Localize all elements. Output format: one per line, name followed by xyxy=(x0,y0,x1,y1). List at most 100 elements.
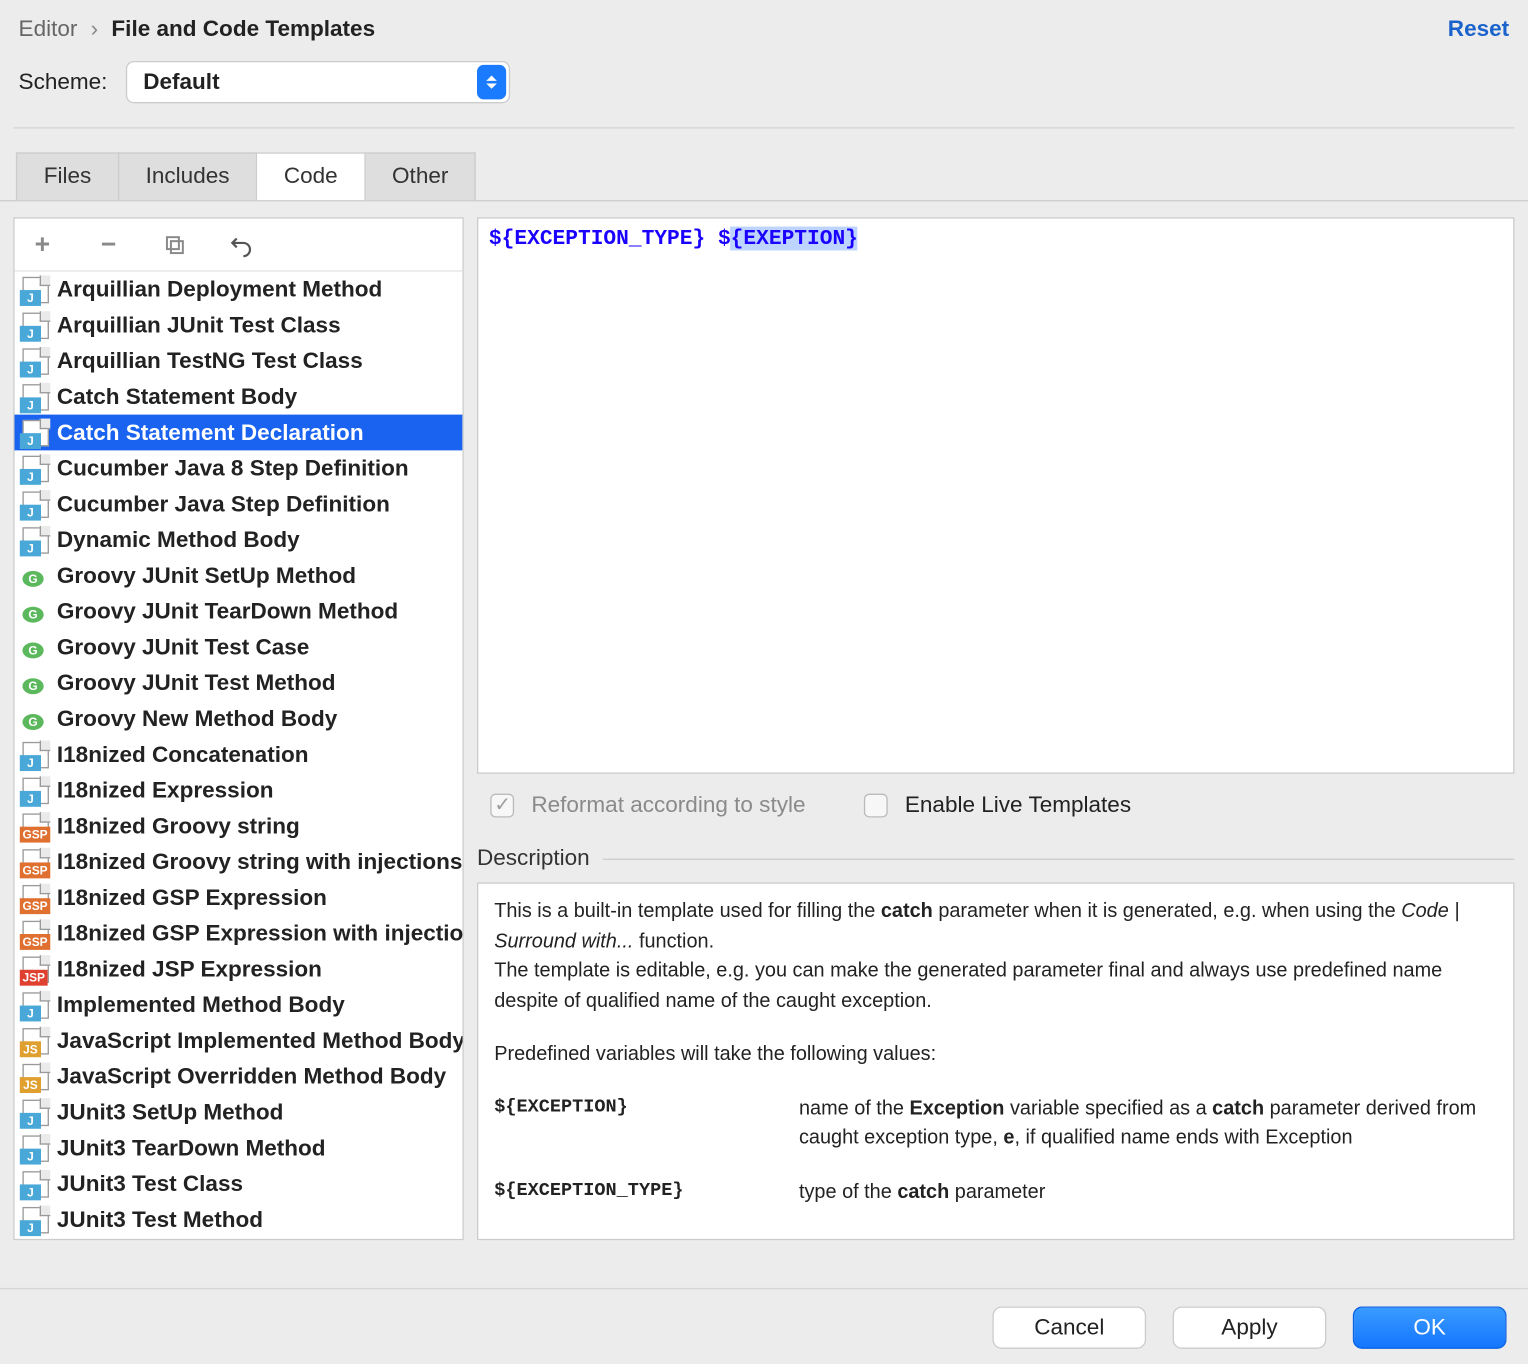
template-item[interactable]: GSP I18nized GSP Expression xyxy=(15,880,463,916)
apply-button[interactable]: Apply xyxy=(1173,1306,1327,1348)
template-item-label: Implemented Method Body xyxy=(57,992,345,1019)
template-item[interactable]: JArquillian TestNG Test Class xyxy=(15,343,463,379)
ok-button[interactable]: OK xyxy=(1353,1306,1507,1348)
template-item-label: Groovy JUnit TearDown Method xyxy=(57,598,398,625)
template-item[interactable]: GSPI18nized Groovy string xyxy=(15,808,463,844)
template-item[interactable]: J Catch Statement Declaration xyxy=(15,415,463,451)
template-item-label: JUnit3 Test Class xyxy=(57,1171,243,1198)
reformat-checkbox: Reformat according to style xyxy=(485,790,806,822)
j-file-icon: J xyxy=(23,1099,50,1126)
template-item-label: Cucumber Java 8 Step Definition xyxy=(57,455,409,482)
template-item-label: Catch Statement Declaration xyxy=(57,419,364,446)
reformat-checkbox-input xyxy=(490,794,514,818)
template-item[interactable]: JSP I18nized JSP Expression xyxy=(15,951,463,987)
breadcrumb-parent[interactable]: Editor xyxy=(19,16,78,43)
j-file-icon: J xyxy=(23,419,50,446)
template-item[interactable]: G Groovy JUnit Test Case xyxy=(15,629,463,665)
template-item-label: Cucumber Java Step Definition xyxy=(57,491,390,518)
template-item[interactable]: J Cucumber Java Step Definition xyxy=(15,486,463,522)
template-item[interactable]: GGroovy New Method Body xyxy=(15,701,463,737)
gsp-file-icon: GSP xyxy=(23,884,50,911)
gsp-file-icon: GSP xyxy=(23,813,50,840)
template-item[interactable]: JSJavaScript Implemented Method Body xyxy=(15,1023,463,1059)
template-item-label: Dynamic Method Body xyxy=(57,527,300,554)
j-file-icon: J xyxy=(23,276,50,303)
template-item[interactable]: GGroovy JUnit TearDown Method xyxy=(15,594,463,630)
template-list-panel: JArquillian Deployment MethodJArquillian… xyxy=(13,217,464,1240)
jsp-file-icon: JSP xyxy=(23,956,50,983)
scheme-stepper-icon[interactable] xyxy=(477,65,506,99)
template-item[interactable]: J Cucumber Java 8 Step Definition xyxy=(15,451,463,487)
live-templates-checkbox[interactable]: Enable Live Templates xyxy=(858,790,1131,822)
add-icon[interactable] xyxy=(28,230,57,259)
variable-desc: type of the catch parameter xyxy=(799,1177,1497,1207)
g-file-icon: G xyxy=(23,706,50,733)
template-item-label: Groovy JUnit Test Case xyxy=(57,634,309,661)
template-item-label: I18nized GSP Expression xyxy=(57,884,327,911)
template-item[interactable]: JCatch Statement Body xyxy=(15,379,463,415)
description-paragraph: This is a built-in template used for fil… xyxy=(494,897,1497,957)
divider xyxy=(603,858,1515,859)
j-file-icon: J xyxy=(23,1171,50,1198)
tab-includes[interactable]: Includes xyxy=(118,152,258,200)
breadcrumb-current: File and Code Templates xyxy=(111,16,375,43)
g-file-icon: G xyxy=(23,562,50,589)
template-item-label: JavaScript Overridden Method Body xyxy=(57,1063,446,1090)
template-code-editor[interactable]: ${EXCEPTION_TYPE} ${EXEPTION} xyxy=(477,217,1514,774)
j-file-icon: J xyxy=(23,455,50,482)
dialog-footer: Cancel Apply OK xyxy=(0,1288,1528,1364)
template-item-label: Groovy JUnit Test Method xyxy=(57,670,336,697)
g-file-icon: G xyxy=(23,634,50,661)
copy-icon[interactable] xyxy=(160,230,189,259)
template-item-label: I18nized Concatenation xyxy=(57,741,309,768)
reset-link[interactable]: Reset xyxy=(1448,16,1509,43)
template-item[interactable]: J I18nized Concatenation xyxy=(15,737,463,773)
template-item[interactable]: JJUnit3 SetUp Method xyxy=(15,1094,463,1130)
tab-code[interactable]: Code xyxy=(256,152,365,200)
template-item[interactable]: JS JavaScript Overridden Method Body xyxy=(15,1059,463,1095)
remove-icon[interactable] xyxy=(94,230,123,259)
live-templates-checkbox-label: Enable Live Templates xyxy=(905,792,1131,819)
j-file-icon: J xyxy=(23,1206,50,1233)
scheme-select[interactable]: Default xyxy=(126,61,510,103)
template-item[interactable]: GGroovy JUnit SetUp Method xyxy=(15,558,463,594)
gsp-file-icon: GSP xyxy=(23,849,50,876)
tab-other[interactable]: Other xyxy=(364,152,476,200)
j-file-icon: J xyxy=(23,777,50,804)
template-item[interactable]: J Implemented Method Body xyxy=(15,987,463,1023)
variable-row: ${EXCEPTION_TYPE} type of the catch param… xyxy=(494,1177,1497,1207)
template-item[interactable]: GGroovy JUnit Test Method xyxy=(15,665,463,701)
template-item-label: JavaScript Implemented Method Body xyxy=(57,1028,462,1055)
template-item[interactable]: GSPI18nized Groovy string with injection… xyxy=(15,844,463,880)
j-file-icon: J xyxy=(23,527,50,554)
template-item-label: JUnit3 TearDown Method xyxy=(57,1135,326,1162)
j-file-icon: J xyxy=(23,491,50,518)
live-templates-checkbox-input[interactable] xyxy=(864,794,888,818)
template-item[interactable]: JArquillian JUnit Test Class xyxy=(15,307,463,343)
variable-name: ${EXCEPTION_TYPE} xyxy=(494,1177,759,1207)
j-file-icon: J xyxy=(23,992,50,1019)
template-item[interactable]: J Dynamic Method Body xyxy=(15,522,463,558)
template-item[interactable]: JArquillian Deployment Method xyxy=(15,272,463,308)
variable-desc: name of the Exception variable specified… xyxy=(799,1094,1497,1154)
js-file-icon: JS xyxy=(23,1063,50,1090)
revert-icon[interactable] xyxy=(227,230,256,259)
template-item[interactable]: JJUnit3 Test Method xyxy=(15,1202,463,1238)
template-item[interactable]: JJUnit3 TearDown Method xyxy=(15,1130,463,1166)
j-file-icon: J xyxy=(23,741,50,768)
description-paragraph: The template is editable, e.g. you can m… xyxy=(494,957,1497,1017)
template-toolbar xyxy=(15,219,463,272)
template-item[interactable]: GSPI18nized GSP Expression with injectio… xyxy=(15,916,463,952)
tab-files[interactable]: Files xyxy=(16,152,119,200)
scheme-label: Scheme: xyxy=(19,69,108,96)
template-item-label: I18nized JSP Expression xyxy=(57,956,322,983)
template-item-label: Arquillian JUnit Test Class xyxy=(57,312,341,339)
breadcrumb: Editor › File and Code Templates Reset xyxy=(0,0,1528,56)
template-list[interactable]: JArquillian Deployment MethodJArquillian… xyxy=(15,272,463,1239)
cancel-button[interactable]: Cancel xyxy=(992,1306,1146,1348)
template-item[interactable]: J I18nized Expression xyxy=(15,772,463,808)
template-item[interactable]: J JUnit3 Test Class xyxy=(15,1166,463,1202)
variable-row: ${EXCEPTION}name of the Exception variab… xyxy=(494,1094,1497,1154)
gsp-file-icon: GSP xyxy=(23,920,50,947)
template-item-label: I18nized Expression xyxy=(57,777,274,804)
